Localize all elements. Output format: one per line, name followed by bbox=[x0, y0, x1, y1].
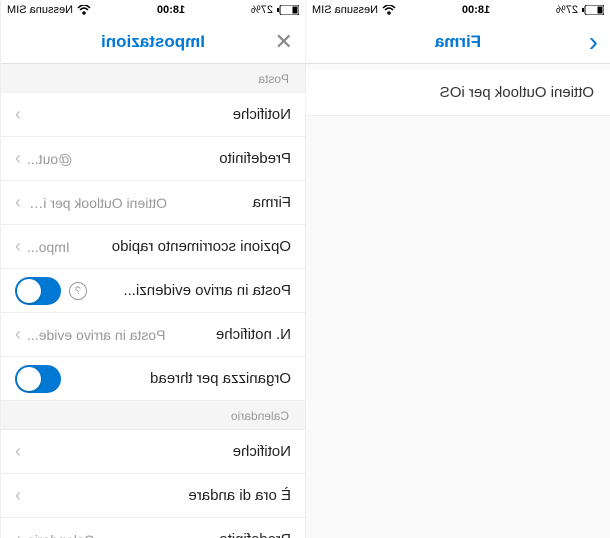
signature-text[interactable]: Ottieni Outlook per iOS bbox=[306, 70, 610, 116]
chevron-right-icon: › bbox=[15, 236, 21, 257]
wifi-icon bbox=[77, 5, 91, 15]
chevron-right-icon: › bbox=[15, 529, 21, 538]
row-notifiche[interactable]: Notifiche › bbox=[1, 93, 305, 137]
chevron-right-icon: › bbox=[15, 104, 21, 125]
row-firma[interactable]: Firma Ottieni Outlook per iOS › bbox=[1, 181, 305, 225]
nav-bar: ‹ Firma bbox=[306, 20, 610, 64]
row-value: Calendario bbox=[27, 532, 95, 538]
row-scorrimento[interactable]: Opzioni scorrimento rapido Impo... › bbox=[1, 225, 305, 269]
nav-title: Impostazioni bbox=[53, 32, 253, 52]
row-ora-andare[interactable]: È ora di andare › bbox=[1, 474, 305, 518]
wifi-icon bbox=[382, 5, 396, 15]
row-label: N. notifiche bbox=[174, 326, 291, 343]
chevron-right-icon: › bbox=[15, 192, 21, 213]
battery-icon bbox=[582, 5, 604, 15]
status-bar: 27% 18:00 Nessuna SIM bbox=[1, 0, 305, 20]
row-value: Posta in arrivo evide... bbox=[27, 327, 166, 343]
battery-icon bbox=[277, 5, 299, 15]
row-value: @out... bbox=[27, 151, 72, 167]
toggle-organizza[interactable] bbox=[15, 365, 61, 393]
row-label: Predefinito bbox=[103, 531, 291, 538]
row-cal-predefinito[interactable]: Predefinito Calendario › bbox=[1, 518, 305, 538]
screen-settings: 27% 18:00 Nessuna SIM ✕ Impostazioni Pos… bbox=[0, 0, 305, 538]
row-label: Notifiche bbox=[27, 106, 291, 123]
back-button[interactable]: ‹ bbox=[589, 26, 598, 58]
section-calendario: Calendario bbox=[1, 401, 305, 430]
nav-bar: ✕ Impostazioni bbox=[1, 20, 305, 64]
row-predefinito[interactable]: Predefinito @out... › bbox=[1, 137, 305, 181]
row-evidenziata: Posta in arrivo evidenzi... ? bbox=[1, 269, 305, 313]
row-label: Firma bbox=[175, 194, 291, 211]
chevron-right-icon: › bbox=[15, 324, 21, 345]
row-label: Posta in arrivo evidenzi... bbox=[93, 282, 291, 299]
screen-firma: 27% 18:00 Nessuna SIM ‹ Firma Ottieni Ou… bbox=[305, 0, 610, 538]
toggle-evidenziata[interactable] bbox=[15, 277, 61, 305]
row-cal-notifiche[interactable]: Notifiche › bbox=[1, 430, 305, 474]
chevron-right-icon: › bbox=[15, 441, 21, 462]
row-label: Notifiche bbox=[27, 443, 291, 460]
chevron-right-icon: › bbox=[15, 148, 21, 169]
row-label: È ora di andare bbox=[27, 487, 291, 504]
row-label: Opzioni scorrimento rapido bbox=[78, 238, 291, 255]
row-label: Predefinito bbox=[80, 150, 291, 167]
status-time: 18:00 bbox=[157, 4, 185, 16]
carrier-label: Nessuna SIM bbox=[7, 4, 73, 16]
section-posta: Posta bbox=[1, 64, 305, 93]
status-time: 18:00 bbox=[462, 4, 490, 16]
row-value: Ottieni Outlook per iOS bbox=[27, 195, 167, 211]
row-organizza: Organizza per thread bbox=[1, 357, 305, 401]
chevron-right-icon: › bbox=[15, 485, 21, 506]
battery-percent: 27% bbox=[556, 4, 578, 16]
help-icon[interactable]: ? bbox=[69, 282, 87, 300]
nav-title: Firma bbox=[358, 32, 558, 52]
battery-percent: 27% bbox=[251, 4, 273, 16]
row-n-notifiche[interactable]: N. notifiche Posta in arrivo evide... › bbox=[1, 313, 305, 357]
row-value: Impo... bbox=[27, 239, 70, 255]
row-label: Organizza per thread bbox=[69, 370, 291, 387]
status-bar: 27% 18:00 Nessuna SIM bbox=[306, 0, 610, 20]
carrier-label: Nessuna SIM bbox=[312, 4, 378, 16]
close-button[interactable]: ✕ bbox=[275, 29, 293, 55]
